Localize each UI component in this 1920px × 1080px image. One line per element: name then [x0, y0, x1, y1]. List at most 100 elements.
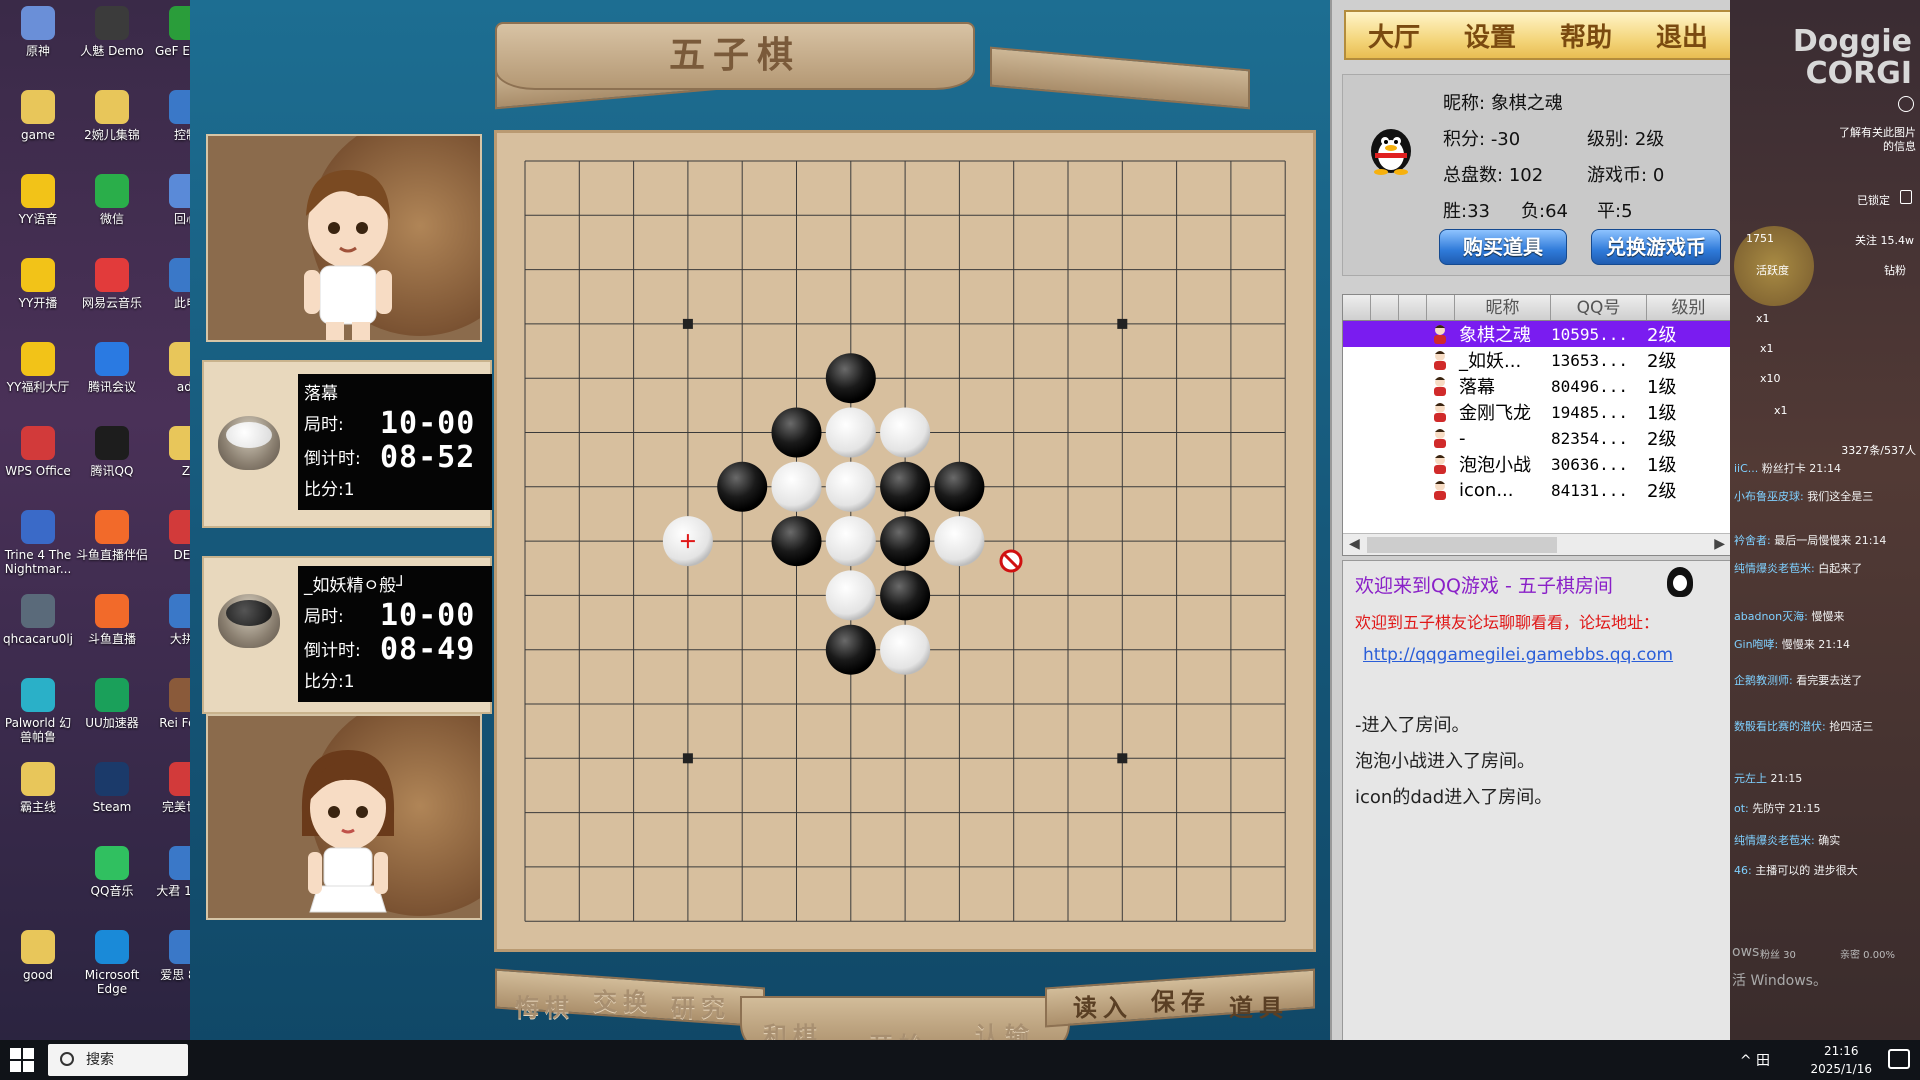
desktop-icon[interactable]: YY语音: [2, 174, 74, 226]
notification-icon[interactable]: [1888, 1049, 1910, 1069]
locked-label: 已锁定: [1857, 194, 1890, 207]
desktop-icon[interactable]: qhcacaru0lj: [2, 594, 74, 646]
desktop-icon[interactable]: 2婉儿集锦: [76, 90, 148, 142]
desktop-icon[interactable]: Steam: [76, 762, 148, 814]
app-icon: [21, 342, 55, 376]
system-tray[interactable]: ^ 田: [1740, 1050, 1770, 1070]
desktop-icon[interactable]: 霸主线: [2, 762, 74, 814]
player-top-portrait: [206, 134, 482, 342]
white-stone: [825, 516, 876, 567]
player-list: 昵称 QQ号 级别 象棋之魂 10595... 2级 _如妖... 13653... 2级…: [1342, 294, 1732, 556]
player-top-name: 落幕: [304, 384, 338, 404]
menu-help[interactable]: 帮助: [1560, 17, 1612, 54]
side-panel: 大厅 设置 帮助 退出 昵称: 象棋之魂 积分: -30 级别: 2级 总盘数:…: [1330, 0, 1732, 1080]
drill-fans: 钻粉: [1884, 264, 1906, 277]
player-row[interactable]: _如妖... 13653... 2级: [1343, 347, 1731, 373]
player-row[interactable]: 泡泡小战 30636... 1级: [1343, 451, 1731, 477]
desktop-icon[interactable]: good: [2, 930, 74, 982]
player-row[interactable]: 落幕 80496... 1级: [1343, 373, 1731, 399]
game-button[interactable]: 交换: [593, 982, 653, 1017]
game-button[interactable]: 保存: [1151, 982, 1211, 1017]
gomoku-window: 五子棋 落幕 局时: 10-00 倒计时: 08-52 比分: 1 _如妖精ㅇ般…: [190, 0, 1330, 1080]
player-row[interactable]: 金刚飞龙 19485... 1级: [1343, 399, 1731, 425]
player-name: 泡泡小战: [1459, 455, 1531, 476]
black-stone: [880, 570, 931, 621]
desktop-icon[interactable]: WPS Office: [2, 426, 74, 478]
menu-exit[interactable]: 退出: [1656, 17, 1708, 54]
desktop-icon[interactable]: Trine 4 The Nightmar...: [2, 510, 74, 576]
stream-comment: ot: 先防守 21:15: [1734, 800, 1820, 816]
col-level[interactable]: 级别: [1647, 295, 1731, 320]
player-row[interactable]: 象棋之魂 10595... 2级: [1343, 321, 1731, 347]
desktop-icon[interactable]: 原神: [2, 6, 74, 58]
player-top-score: 1: [343, 480, 355, 500]
desktop-icon[interactable]: YY开播: [2, 258, 74, 310]
info-icon[interactable]: [1898, 96, 1914, 112]
board-grid[interactable]: [497, 133, 1313, 949]
desktop-icon[interactable]: 斗鱼直播伴侣: [76, 510, 148, 562]
menu-lobby[interactable]: 大厅: [1368, 17, 1420, 54]
coins-value: 0: [1652, 165, 1665, 186]
scroll-left-icon[interactable]: ◀: [1349, 536, 1360, 552]
countdown-label: 倒计时:: [304, 641, 361, 661]
desktop-icon[interactable]: game: [2, 90, 74, 142]
col-nickname[interactable]: 昵称: [1455, 295, 1551, 320]
countdown-label: 倒计时:: [304, 449, 361, 469]
exchange-coins-button[interactable]: 兑换游戏币: [1591, 229, 1721, 265]
search-label: 搜索: [86, 1052, 114, 1068]
desktop-icon[interactable]: 腾讯QQ: [76, 426, 148, 478]
game-button[interactable]: 研究: [671, 988, 731, 1023]
desktop-icon[interactable]: YY福利大厅: [2, 342, 74, 394]
stream-comment: 元左上 21:15: [1734, 770, 1802, 786]
desktop-icon[interactable]: QQ音乐: [76, 846, 148, 898]
scroll-thumb[interactable]: [1367, 537, 1557, 553]
game-button[interactable]: 悔棋: [515, 988, 575, 1023]
desktop-icon-label: 网易云音乐: [81, 296, 142, 310]
player-level: 1级: [1647, 377, 1677, 398]
menu-settings[interactable]: 设置: [1464, 17, 1516, 54]
star-point: [1117, 318, 1128, 329]
chat-forum-link[interactable]: http://qqgamegilei.gamebbs.qq.com: [1363, 645, 1673, 665]
app-icon: [95, 678, 129, 712]
gift-count: x1: [1760, 342, 1774, 355]
user-info-card: 昵称: 象棋之魂 积分: -30 级别: 2级 总盘数: 102 游戏币: 0 …: [1342, 74, 1732, 276]
player-bottom-countdown: 08-49: [380, 632, 476, 667]
nick-label: 昵称:: [1443, 93, 1486, 114]
game-button[interactable]: 读入: [1073, 988, 1133, 1023]
gomoku-board[interactable]: [494, 130, 1316, 952]
comment-user: 纯情爆炎老苞米:: [1734, 562, 1815, 575]
player-top-panel: 落幕 局时: 10-00 倒计时: 08-52 比分: 1: [202, 360, 492, 528]
player-bottom-score: 1: [343, 672, 355, 692]
scroll-right-icon[interactable]: ▶: [1714, 536, 1725, 552]
win-value: 33: [1467, 201, 1490, 222]
buy-items-button[interactable]: 购买道具: [1439, 229, 1567, 265]
game-button[interactable]: 道具: [1229, 988, 1289, 1023]
desktop-icon[interactable]: 人魅 Demo: [76, 6, 148, 58]
player-row[interactable]: - 82354... 2级: [1343, 425, 1731, 451]
desktop-icon[interactable]: Microsoft Edge: [76, 930, 148, 996]
desktop-icon[interactable]: 腾讯会议: [76, 342, 148, 394]
desktop-icon[interactable]: 网易云音乐: [76, 258, 148, 310]
comment-user: Gin咆哮:: [1734, 638, 1779, 651]
activate-windows-1: ows: [1732, 944, 1760, 960]
desktop-icon[interactable]: 微信: [76, 174, 148, 226]
taskbar-search[interactable]: 搜索: [48, 1044, 188, 1076]
desktop-icon-label: 人魅 Demo: [80, 44, 144, 58]
desktop-icon[interactable]: UU加速器: [76, 678, 148, 730]
player-bottom-panel: _如妖精ㅇ般┘ 局时: 10-00 倒计时: 08-49 比分: 1: [202, 556, 492, 714]
desktop-icon-label: 腾讯QQ: [90, 464, 134, 478]
comment-user: 数骰看比赛的潜伏:: [1734, 720, 1826, 733]
white-stone: [880, 407, 931, 458]
player-row[interactable]: icon... 84131... 2级: [1343, 477, 1731, 503]
desktop-icon[interactable]: Palworld 幻兽帕鲁: [2, 678, 74, 744]
list-horizontal-scrollbar[interactable]: ◀ ▶: [1343, 533, 1731, 555]
app-icon: [95, 510, 129, 544]
windows-start-icon[interactable]: [10, 1048, 34, 1072]
desktop-icon[interactable]: 斗鱼直播: [76, 594, 148, 646]
stream-comment: 小布鲁巫皮球: 我们这全是三: [1734, 488, 1873, 504]
comment-text: 21:15: [1770, 772, 1803, 785]
desktop-icon-label: 腾讯会议: [87, 380, 136, 394]
desktop-icon-label: Microsoft Edge: [84, 968, 140, 996]
col-qq[interactable]: QQ号: [1551, 295, 1647, 320]
taskbar-clock[interactable]: 21:16 2025/1/16: [1810, 1042, 1872, 1078]
